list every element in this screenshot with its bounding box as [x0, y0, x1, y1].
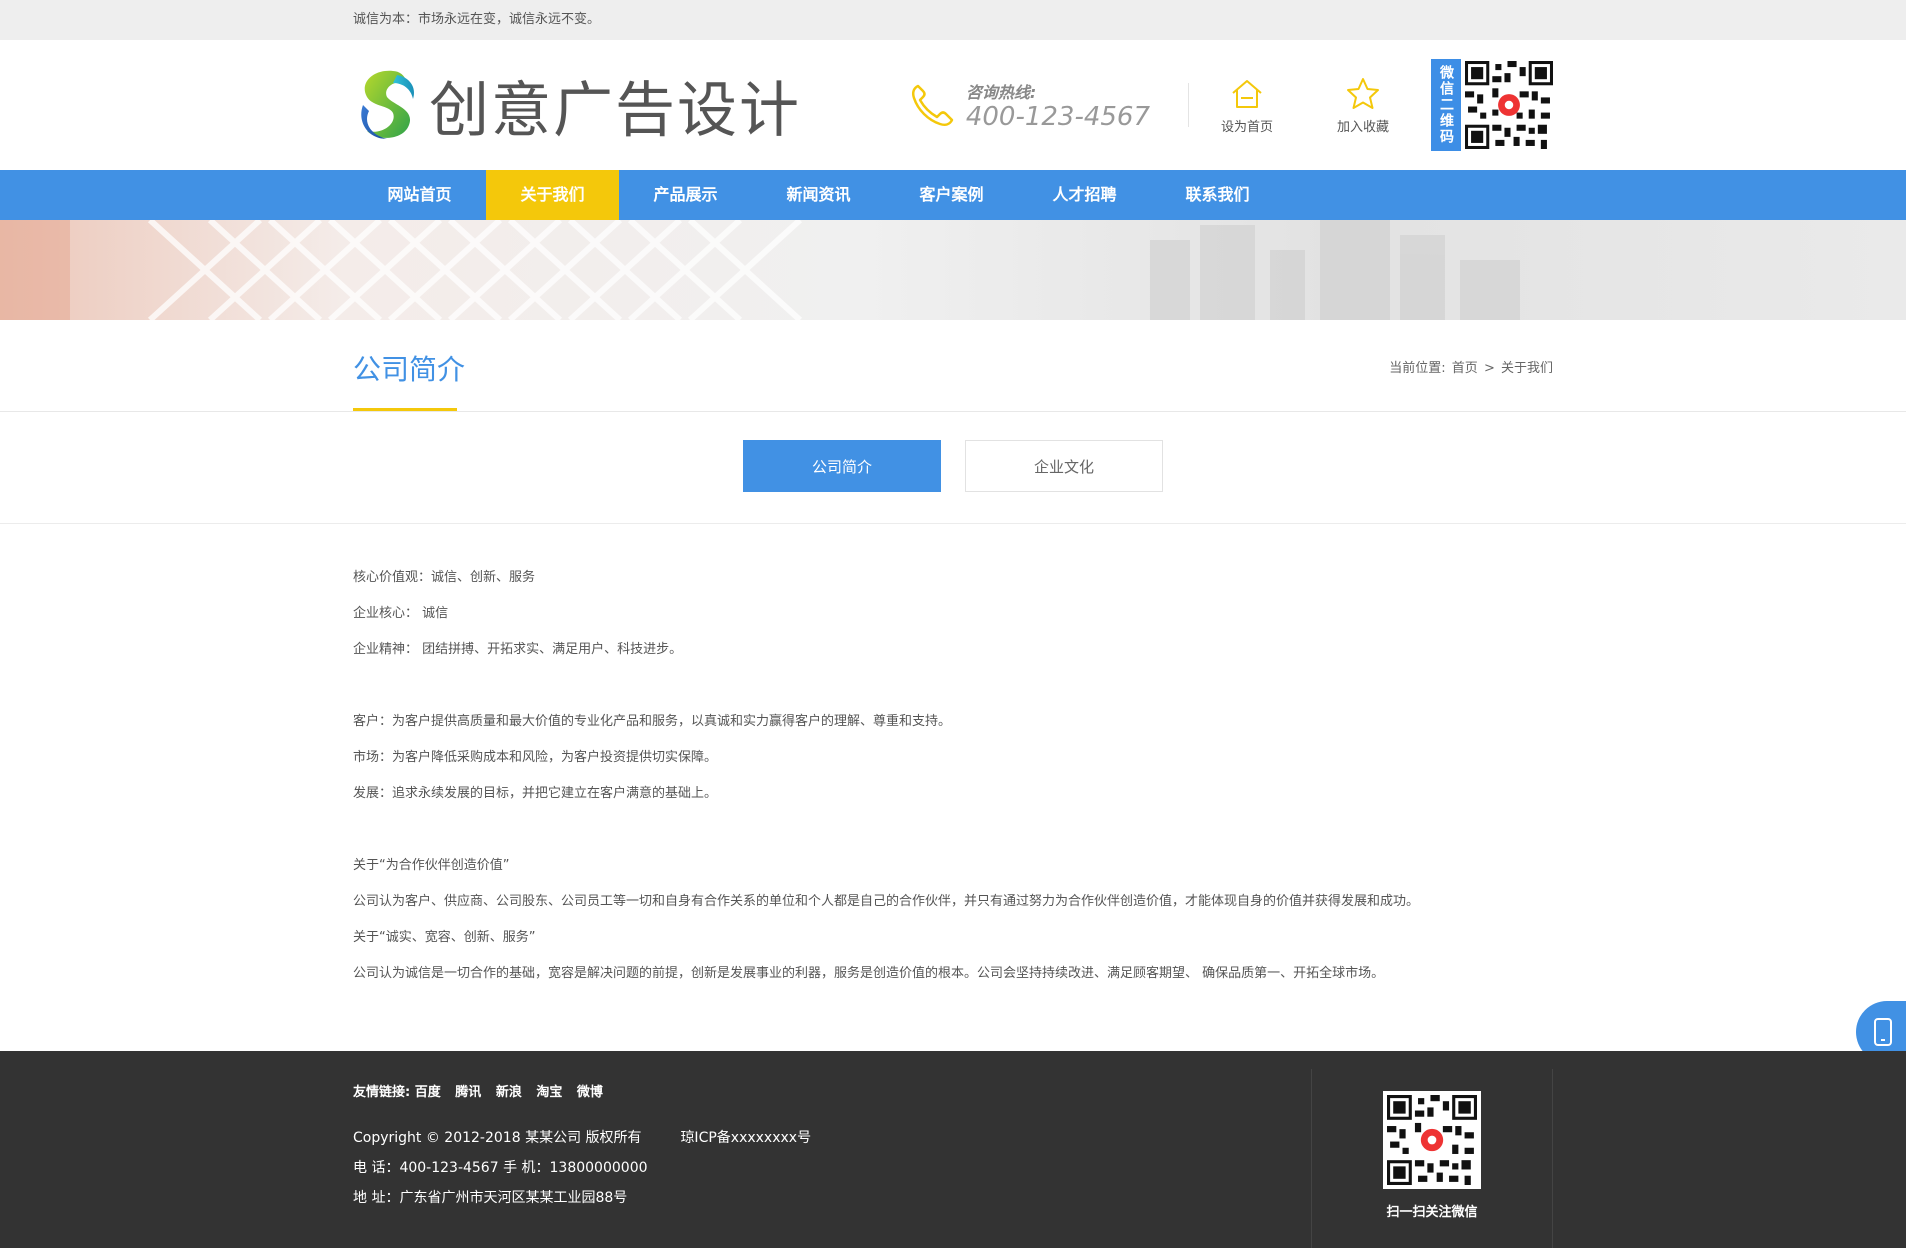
content-line: 客户：为客户提供高质量和最大价值的专业化产品和服务，以真诚和实力赢得客户的理解、… [353, 714, 952, 729]
breadcrumb-separator: > [1483, 361, 1495, 376]
banner-image [0, 220, 1906, 320]
footer-qr-label: 扫一扫关注微信 [1386, 1205, 1478, 1220]
content-line [353, 812, 1553, 848]
friend-links-label: 友情链接: [353, 1085, 411, 1100]
hotline: 咨询热线: 400-123-4567 [910, 79, 1188, 131]
add-favorite-button[interactable]: 加入收藏 [1305, 76, 1421, 135]
content-line: 公司认为诚信是一切合作的基础，宽容是解决问题的前提，创新是发展事业的利器，服务是… [353, 966, 1385, 981]
footer-qr-block: 扫一扫关注微信 [1311, 1069, 1553, 1248]
home-icon [1232, 79, 1262, 108]
header: 创意广告设计 咨询热线: 400-123-4567 设为首页 加入收藏 微信二维… [0, 40, 1906, 170]
footer-qr-code-icon [1383, 1091, 1481, 1189]
section-title: 公司简介 [353, 348, 465, 411]
nav-item-6[interactable]: 联系我们 [1151, 170, 1284, 220]
article-content: 核心价值观：诚信、创新、服务 企业核心： 诚信企业精神： 团结拼搏、开拓求实、满足… [0, 524, 1906, 1054]
set-home-button[interactable]: 设为首页 [1189, 76, 1305, 135]
friend-link-weibo[interactable]: 微博 [577, 1085, 603, 1100]
phone-icon [911, 84, 954, 127]
hotline-number: 400-123-4567 [965, 102, 1150, 132]
nav-item-5[interactable]: 人才招聘 [1018, 170, 1151, 220]
content-line: 发展：追求永续发展的目标，并把它建立在客户满意的基础上。 [353, 786, 718, 801]
content-line: 企业精神： 团结拼搏、开拓求实、满足用户、科技进步。 [353, 642, 683, 657]
nav-item-1[interactable]: 关于我们 [486, 170, 619, 220]
footer: 友情链接: 百度 腾讯 新浪 淘宝 微博 Copyright © 2012-20… [0, 1051, 1906, 1248]
breadcrumb-prefix: 当前位置: [1389, 361, 1446, 376]
nav-item-0[interactable]: 网站首页 [353, 170, 486, 220]
copyright-line: Copyright © 2012-2018 某某公司 版权所有 琼ICP备xxx… [353, 1128, 811, 1148]
logo-mark-icon [361, 70, 415, 139]
content-line: 企业核心： 诚信 [353, 606, 449, 621]
main-nav: 网站首页 关于我们 产品展示 新闻资讯 客户案例 人才招聘 联系我们 [0, 170, 1906, 220]
logo-text: 创意广告设计 [429, 75, 801, 146]
wechat-qr-block: 微信二维码 [1431, 59, 1553, 151]
contact-phone: 电 话：400-123-4567 手 机：13800000000 [353, 1160, 648, 1176]
breadcrumb: 当前位置: 首页 > 关于我们 [1387, 357, 1553, 376]
breadcrumb-current-link[interactable]: 关于我们 [1501, 361, 1553, 376]
star-icon [1347, 77, 1379, 109]
friend-link-taobao[interactable]: 淘宝 [536, 1085, 562, 1100]
content-line [353, 668, 1553, 704]
nav-item-3[interactable]: 新闻资讯 [752, 170, 885, 220]
content-line: 核心价值观：诚信、创新、服务 [353, 570, 536, 585]
friend-link-tencent[interactable]: 腾讯 [455, 1085, 481, 1100]
friend-link-baidu[interactable]: 百度 [415, 1085, 441, 1100]
sub-tabs-row: 公司简介 企业文化 [0, 412, 1906, 524]
hotline-label: 咨询热线: [965, 83, 1037, 102]
copyright-text: Copyright © 2012-2018 某某公司 版权所有 [353, 1130, 642, 1146]
contact-address: 地 址：广东省广州市天河区某某工业园88号 [353, 1190, 628, 1206]
content-line: 关于“诚实、宽容、创新、服务” [353, 930, 536, 945]
mobile-phone-icon [1874, 1018, 1892, 1046]
content-line: 公司认为客户、供应商、公司股东、公司员工等一切和自身有合作关系的单位和个人都是自… [353, 894, 1420, 909]
icp-link[interactable]: 琼ICP备xxxxxxxx号 [680, 1130, 811, 1146]
banner-architecture-graphic [0, 220, 1520, 320]
site-logo[interactable]: 创意广告设计 [353, 62, 801, 149]
content-line: 关于“为合作伙伴创造价值” [353, 858, 510, 873]
section-title-row: 公司简介 当前位置: 首页 > 关于我们 [0, 320, 1906, 412]
tab-corporate-culture[interactable]: 企业文化 [965, 440, 1163, 492]
add-favorite-label: 加入收藏 [1336, 119, 1389, 135]
breadcrumb-home-link[interactable]: 首页 [1452, 361, 1478, 376]
nav-item-2[interactable]: 产品展示 [619, 170, 752, 220]
qr-code-icon [1465, 61, 1553, 149]
nav-item-4[interactable]: 客户案例 [885, 170, 1018, 220]
friend-links: 友情链接: 百度 腾讯 新浪 淘宝 微博 [353, 1081, 811, 1100]
set-home-label: 设为首页 [1220, 119, 1273, 135]
tab-company-profile[interactable]: 公司简介 [743, 440, 941, 492]
top-bar: 诚信为本：市场永远在变，诚信永远不变。 [0, 0, 1906, 40]
wechat-tag: 微信二维码 [1431, 59, 1461, 151]
friend-link-sina[interactable]: 新浪 [496, 1085, 522, 1100]
content-line: 市场：为客户降低采购成本和风险，为客户投资提供切实保障。 [353, 750, 718, 765]
slogan-text: 诚信为本：市场永远在变，诚信永远不变。 [353, 12, 601, 27]
